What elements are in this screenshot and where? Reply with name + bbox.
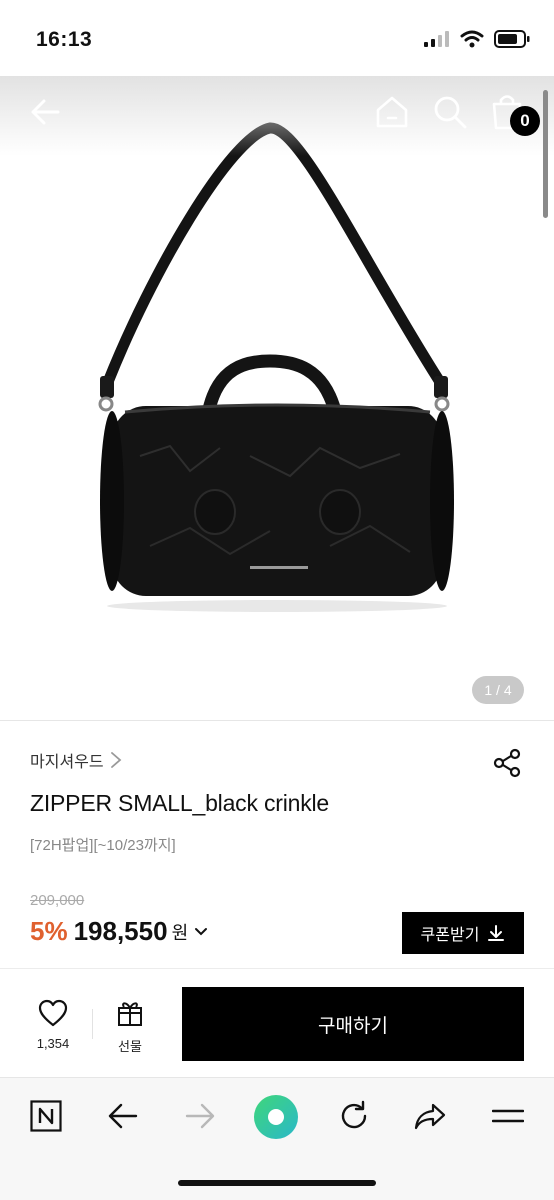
purchase-bar: 1,354 선물 구매하기	[0, 969, 554, 1077]
cart-count-badge[interactable]: 0	[510, 106, 540, 136]
share-arrow-icon	[414, 1103, 446, 1130]
browser-menu-button[interactable]	[486, 1094, 530, 1138]
browser-green-dot-button[interactable]	[253, 1094, 299, 1140]
naver-n-icon	[30, 1100, 62, 1132]
image-pager: 1 / 4	[472, 676, 524, 704]
home-indicator[interactable]	[178, 1180, 376, 1186]
search-icon[interactable]	[432, 94, 468, 130]
signal-icon	[424, 31, 449, 47]
product-image-gallery[interactable]: 0 1 / 4	[0, 76, 554, 720]
original-price: 209,000	[30, 892, 85, 909]
scrollbar[interactable]	[543, 90, 548, 218]
gift-button[interactable]: 선물	[110, 999, 150, 1055]
like-count: 1,354	[36, 1036, 70, 1051]
green-dot-icon	[254, 1095, 298, 1139]
heart-icon	[38, 999, 68, 1027]
divider	[92, 1009, 93, 1039]
share-icon[interactable]	[492, 748, 522, 778]
product-image	[98, 122, 454, 612]
status-bar: 16:13	[0, 0, 554, 76]
browser-refresh-button[interactable]	[332, 1094, 376, 1138]
discount-rate: 5%	[30, 916, 68, 946]
chevron-down-icon[interactable]	[194, 927, 208, 937]
coupon-button[interactable]: 쿠폰받기	[402, 912, 524, 954]
buy-button[interactable]: 구매하기	[182, 987, 524, 1061]
brand-link[interactable]: 마지셔우드	[30, 748, 122, 772]
coupon-label: 쿠폰받기	[420, 927, 480, 944]
status-time: 16:13	[36, 28, 93, 51]
arrow-left-icon	[108, 1103, 138, 1129]
menu-icon	[492, 1109, 524, 1123]
browser-toolbar	[0, 1077, 554, 1200]
brand-name: 마지셔우드	[30, 754, 104, 771]
browser-forward-button[interactable]	[178, 1094, 222, 1138]
price-row[interactable]: 5% 198,550 원	[30, 916, 208, 947]
back-arrow-icon[interactable]	[28, 94, 64, 130]
browser-share-button[interactable]	[408, 1094, 452, 1138]
sale-price: 198,550	[73, 916, 168, 946]
gift-icon	[118, 1002, 142, 1026]
home-icon[interactable]	[374, 94, 410, 130]
divider	[0, 720, 554, 721]
currency-label: 원	[171, 922, 189, 943]
product-title: ZIPPER SMALL_black crinkle	[30, 790, 330, 816]
header-shade	[0, 76, 554, 156]
wifi-icon	[460, 30, 484, 48]
gift-label: 선물	[118, 1039, 142, 1054]
product-subtitle: [72H팝업][~10/23까지]	[30, 837, 176, 854]
battery-icon	[494, 30, 530, 48]
browser-back-button[interactable]	[101, 1094, 145, 1138]
naver-home-button[interactable]	[24, 1094, 68, 1138]
like-button[interactable]: 1,354	[30, 999, 76, 1051]
chevron-right-icon	[110, 752, 121, 768]
arrow-right-icon	[185, 1103, 215, 1129]
download-icon	[488, 925, 505, 941]
status-icons	[424, 30, 530, 48]
refresh-icon	[341, 1100, 367, 1129]
